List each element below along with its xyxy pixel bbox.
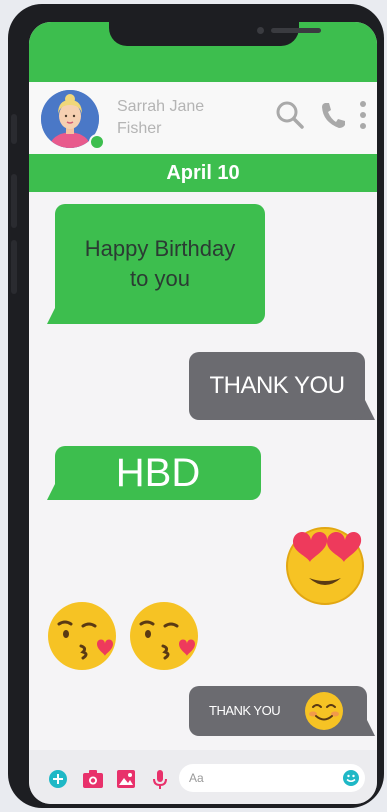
message-bubble-outgoing[interactable]: THANK YOU <box>189 352 365 420</box>
date-separator: April 10 <box>29 154 377 192</box>
emoji-icon[interactable] <box>343 770 359 786</box>
screen: Sarrah Jane Fisher April 10 Happy Birthd… <box>29 22 377 804</box>
message-text-line1: Happy Birthday <box>84 236 236 261</box>
contact-name-line1: Sarrah Jane <box>117 98 205 115</box>
smiling-blush-emoji <box>305 692 343 730</box>
kissing-heart-emoji[interactable] <box>127 598 201 672</box>
message-bubble-incoming[interactable]: Happy Birthday to you <box>55 204 265 324</box>
contact-name-line2: Fisher <box>117 120 162 137</box>
search-icon[interactable] <box>275 100 305 135</box>
message-composer: Aa <box>29 750 377 804</box>
phone-frame: Sarrah Jane Fisher April 10 Happy Birthd… <box>8 4 384 808</box>
message-input[interactable]: Aa <box>179 764 365 792</box>
chat-header: Sarrah Jane Fisher <box>29 82 377 154</box>
message-text: THANK YOU <box>209 703 281 718</box>
message-input-placeholder: Aa <box>189 771 204 785</box>
volume-up-button <box>11 174 17 228</box>
front-camera <box>257 27 264 34</box>
side-button <box>11 114 17 144</box>
heart-eyes-emoji[interactable] <box>283 522 367 606</box>
mic-icon[interactable] <box>153 770 167 790</box>
online-status-dot <box>89 134 105 150</box>
add-icon[interactable] <box>49 770 67 788</box>
message-bubble-incoming[interactable]: HBD <box>55 446 261 500</box>
more-vert-icon[interactable] <box>359 100 367 135</box>
volume-down-button <box>11 240 17 294</box>
message-bubble-outgoing[interactable]: THANK YOU <box>189 686 367 736</box>
kissing-heart-emoji[interactable] <box>45 598 119 672</box>
message-text-line2: to you <box>130 266 190 291</box>
speaker <box>271 28 321 33</box>
notch <box>109 22 321 46</box>
phone-icon[interactable] <box>319 100 347 135</box>
contact-name[interactable]: Sarrah Jane Fisher <box>117 96 237 140</box>
image-icon[interactable] <box>117 770 135 788</box>
camera-icon[interactable] <box>83 770 103 788</box>
